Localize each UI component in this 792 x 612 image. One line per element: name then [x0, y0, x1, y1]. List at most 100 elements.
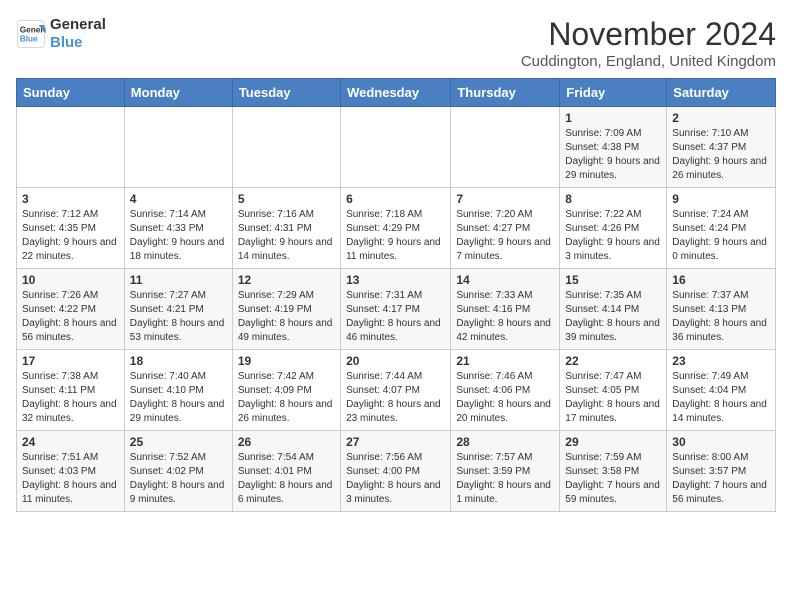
day-cell: 25 Sunrise: 7:52 AM Sunset: 4:02 PM Dayli…	[124, 431, 232, 512]
location: Cuddington, England, United Kingdom	[521, 53, 776, 70]
day-cell: 20Sunrise: 7:44 AM Sunset: 4:07 PM Dayli…	[341, 350, 451, 431]
day-cell: 9 Sunrise: 7:24 AM Sunset: 4:24 PM Daylig…	[667, 188, 776, 269]
day-number: 16	[672, 273, 770, 287]
day-cell: 3Sunrise: 7:12 AM Sunset: 4:35 PM Daylig…	[17, 188, 125, 269]
day-number: 8	[565, 192, 661, 206]
day-info: Sunrise: 7:27 AM Sunset: 4:21 PM Dayligh…	[130, 289, 227, 345]
day-number: 11	[130, 273, 227, 287]
day-cell: 19 Sunrise: 7:42 AM Sunset: 4:09 PM Dayli…	[232, 350, 340, 431]
logo-text-general: General	[50, 16, 106, 34]
day-info: Sunrise: 8:00 AM Sunset: 3:57 PM Dayligh…	[672, 451, 770, 507]
logo-icon: General Blue	[16, 19, 46, 49]
day-cell: 16Sunrise: 7:37 AM Sunset: 4:13 PM Dayli…	[667, 269, 776, 350]
day-info: Sunrise: 7:49 AM Sunset: 4:04 PM Dayligh…	[672, 370, 770, 426]
day-number: 27	[346, 435, 445, 449]
day-cell: 2 Sunrise: 7:10 AM Sunset: 4:37 PM Daylig…	[667, 107, 776, 188]
day-info: Sunrise: 7:33 AM Sunset: 4:16 PM Dayligh…	[456, 289, 554, 345]
day-number: 4	[130, 192, 227, 206]
day-cell: 28Sunrise: 7:57 AM Sunset: 3:59 PM Dayli…	[451, 431, 560, 512]
day-number: 24	[22, 435, 119, 449]
day-number: 19	[238, 354, 335, 368]
day-number: 2	[672, 111, 770, 125]
day-info: Sunrise: 7:59 AM Sunset: 3:58 PM Dayligh…	[565, 451, 661, 507]
day-info: Sunrise: 7:09 AM Sunset: 4:38 PM Dayligh…	[565, 127, 661, 183]
day-number: 1	[565, 111, 661, 125]
week-row-2: 3Sunrise: 7:12 AM Sunset: 4:35 PM Daylig…	[17, 188, 776, 269]
day-info: Sunrise: 7:24 AM Sunset: 4:24 PM Dayligh…	[672, 208, 770, 264]
day-cell: 13 Sunrise: 7:31 AM Sunset: 4:17 PM Dayli…	[341, 269, 451, 350]
day-cell: 17Sunrise: 7:38 AM Sunset: 4:11 PM Dayli…	[17, 350, 125, 431]
day-number: 13	[346, 273, 445, 287]
day-cell: 10 Sunrise: 7:26 AM Sunset: 4:22 PM Dayli…	[17, 269, 125, 350]
day-number: 12	[238, 273, 335, 287]
day-info: Sunrise: 7:35 AM Sunset: 4:14 PM Dayligh…	[565, 289, 661, 345]
day-cell: 23 Sunrise: 7:49 AM Sunset: 4:04 PM Dayli…	[667, 350, 776, 431]
day-cell: 24 Sunrise: 7:51 AM Sunset: 4:03 PM Dayli…	[17, 431, 125, 512]
day-cell	[17, 107, 125, 188]
day-info: Sunrise: 7:26 AM Sunset: 4:22 PM Dayligh…	[22, 289, 119, 345]
logo-text-blue: Blue	[50, 34, 106, 52]
day-info: Sunrise: 7:52 AM Sunset: 4:02 PM Dayligh…	[130, 451, 227, 507]
week-row-5: 24 Sunrise: 7:51 AM Sunset: 4:03 PM Dayli…	[17, 431, 776, 512]
day-cell: 30 Sunrise: 8:00 AM Sunset: 3:57 PM Dayli…	[667, 431, 776, 512]
day-info: Sunrise: 7:54 AM Sunset: 4:01 PM Dayligh…	[238, 451, 335, 507]
day-info: Sunrise: 7:12 AM Sunset: 4:35 PM Dayligh…	[22, 208, 119, 264]
day-cell: 22 Sunrise: 7:47 AM Sunset: 4:05 PM Dayli…	[560, 350, 667, 431]
header-saturday: Saturday	[667, 79, 776, 107]
header-row: SundayMondayTuesdayWednesdayThursdayFrid…	[17, 79, 776, 107]
day-info: Sunrise: 7:46 AM Sunset: 4:06 PM Dayligh…	[456, 370, 554, 426]
day-cell	[232, 107, 340, 188]
day-info: Sunrise: 7:42 AM Sunset: 4:09 PM Dayligh…	[238, 370, 335, 426]
day-info: Sunrise: 7:10 AM Sunset: 4:37 PM Dayligh…	[672, 127, 770, 183]
week-row-4: 17Sunrise: 7:38 AM Sunset: 4:11 PM Dayli…	[17, 350, 776, 431]
day-info: Sunrise: 7:20 AM Sunset: 4:27 PM Dayligh…	[456, 208, 554, 264]
day-number: 22	[565, 354, 661, 368]
day-number: 18	[130, 354, 227, 368]
header-wednesday: Wednesday	[341, 79, 451, 107]
day-number: 5	[238, 192, 335, 206]
day-number: 21	[456, 354, 554, 368]
day-number: 26	[238, 435, 335, 449]
day-info: Sunrise: 7:31 AM Sunset: 4:17 PM Dayligh…	[346, 289, 445, 345]
day-cell: 1 Sunrise: 7:09 AM Sunset: 4:38 PM Daylig…	[560, 107, 667, 188]
day-cell	[341, 107, 451, 188]
calendar-table: SundayMondayTuesdayWednesdayThursdayFrid…	[16, 78, 776, 512]
day-cell: 15Sunrise: 7:35 AM Sunset: 4:14 PM Dayli…	[560, 269, 667, 350]
day-number: 9	[672, 192, 770, 206]
week-row-3: 10 Sunrise: 7:26 AM Sunset: 4:22 PM Dayli…	[17, 269, 776, 350]
day-number: 23	[672, 354, 770, 368]
header-friday: Friday	[560, 79, 667, 107]
day-info: Sunrise: 7:16 AM Sunset: 4:31 PM Dayligh…	[238, 208, 335, 264]
day-info: Sunrise: 7:47 AM Sunset: 4:05 PM Dayligh…	[565, 370, 661, 426]
title-area: November 2024 Cuddington, England, Unite…	[521, 16, 776, 70]
day-cell: 14Sunrise: 7:33 AM Sunset: 4:16 PM Dayli…	[451, 269, 560, 350]
day-cell: 4 Sunrise: 7:14 AM Sunset: 4:33 PM Daylig…	[124, 188, 232, 269]
day-info: Sunrise: 7:14 AM Sunset: 4:33 PM Dayligh…	[130, 208, 227, 264]
header-sunday: Sunday	[17, 79, 125, 107]
header-monday: Monday	[124, 79, 232, 107]
logo: General Blue General Blue	[16, 16, 106, 52]
day-info: Sunrise: 7:40 AM Sunset: 4:10 PM Dayligh…	[130, 370, 227, 426]
day-number: 29	[565, 435, 661, 449]
day-number: 10	[22, 273, 119, 287]
day-cell: 18 Sunrise: 7:40 AM Sunset: 4:10 PM Dayli…	[124, 350, 232, 431]
day-number: 28	[456, 435, 554, 449]
day-info: Sunrise: 7:29 AM Sunset: 4:19 PM Dayligh…	[238, 289, 335, 345]
day-cell: 5 Sunrise: 7:16 AM Sunset: 4:31 PM Daylig…	[232, 188, 340, 269]
header-tuesday: Tuesday	[232, 79, 340, 107]
month-title: November 2024	[521, 16, 776, 53]
day-number: 7	[456, 192, 554, 206]
day-cell: 8Sunrise: 7:22 AM Sunset: 4:26 PM Daylig…	[560, 188, 667, 269]
day-cell: 6Sunrise: 7:18 AM Sunset: 4:29 PM Daylig…	[341, 188, 451, 269]
day-info: Sunrise: 7:51 AM Sunset: 4:03 PM Dayligh…	[22, 451, 119, 507]
day-number: 25	[130, 435, 227, 449]
day-info: Sunrise: 7:56 AM Sunset: 4:00 PM Dayligh…	[346, 451, 445, 507]
day-cell: 26 Sunrise: 7:54 AM Sunset: 4:01 PM Dayli…	[232, 431, 340, 512]
header: General Blue General Blue November 2024 …	[16, 16, 776, 70]
day-info: Sunrise: 7:44 AM Sunset: 4:07 PM Dayligh…	[346, 370, 445, 426]
day-cell: 29 Sunrise: 7:59 AM Sunset: 3:58 PM Dayli…	[560, 431, 667, 512]
header-thursday: Thursday	[451, 79, 560, 107]
day-cell: 11 Sunrise: 7:27 AM Sunset: 4:21 PM Dayli…	[124, 269, 232, 350]
day-number: 30	[672, 435, 770, 449]
svg-text:Blue: Blue	[20, 35, 38, 44]
